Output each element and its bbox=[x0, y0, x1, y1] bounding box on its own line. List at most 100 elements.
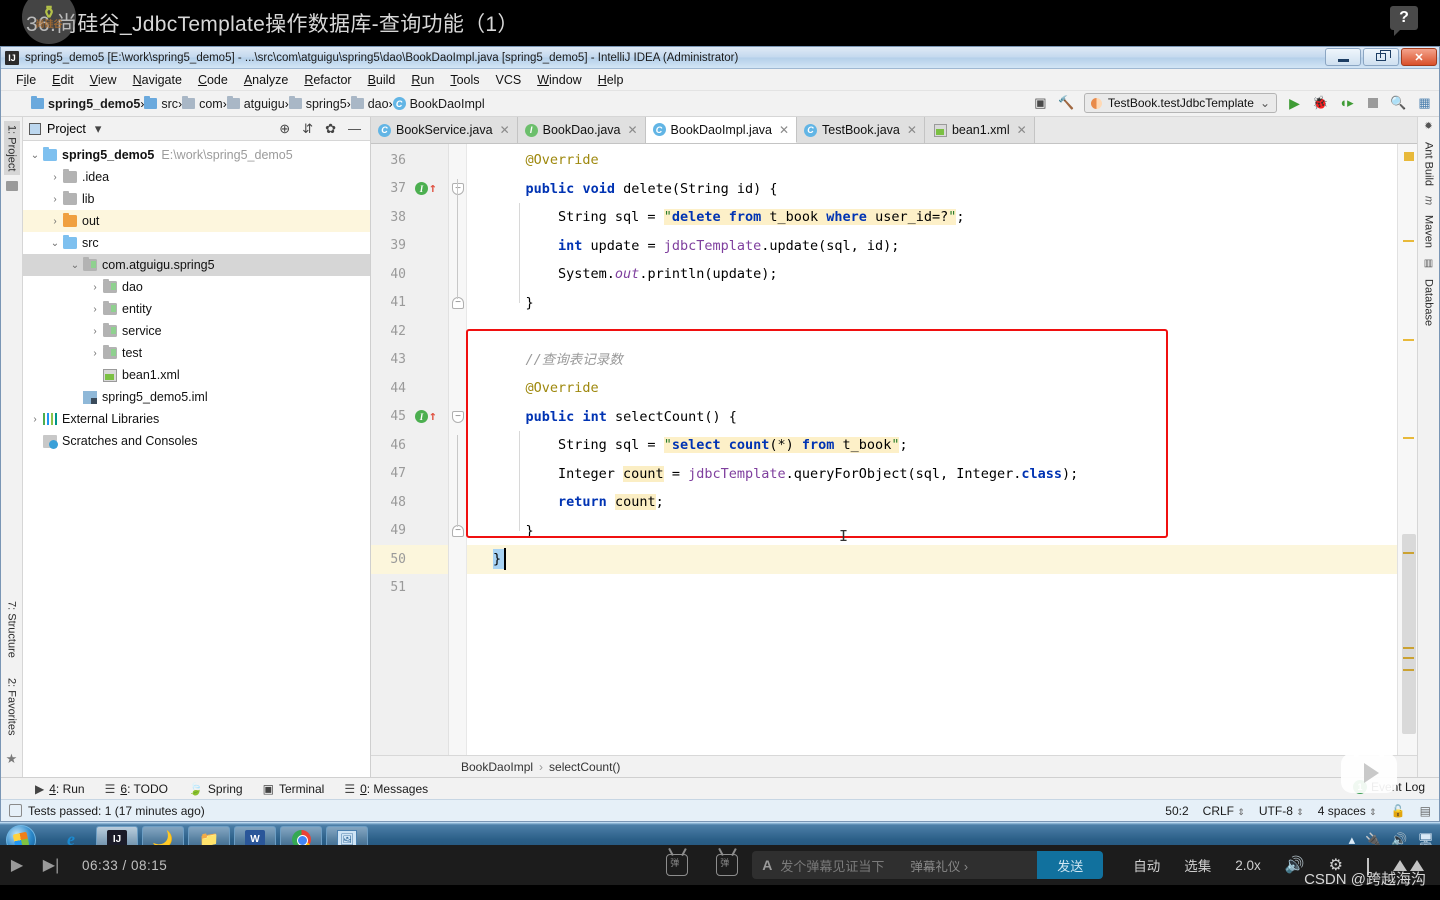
gutter-line-43[interactable]: 43 bbox=[371, 346, 448, 375]
volume-icon[interactable]: 🔊 bbox=[1285, 855, 1305, 875]
gutter-line-48[interactable]: 48 bbox=[371, 488, 448, 517]
lock-icon[interactable]: 🔓 bbox=[1391, 804, 1406, 818]
menu-item-analyze[interactable]: Analyze bbox=[236, 72, 296, 88]
caret-position[interactable]: 50:2 bbox=[1165, 804, 1188, 818]
danmaku-input[interactable]: A 发个弹幕见证当下 弹幕礼仪 › bbox=[752, 851, 1038, 879]
chevron-right-icon[interactable]: › bbox=[87, 282, 103, 293]
tree-item-out[interactable]: › out bbox=[23, 210, 370, 232]
run-button[interactable]: ▶ bbox=[1286, 95, 1303, 112]
tree-item-spring5-demo5[interactable]: ⌄ spring5_demo5 E:\work\spring5_demo5 bbox=[23, 144, 370, 166]
chevron-down-icon[interactable]: ▾ bbox=[92, 121, 105, 137]
gutter-line-47[interactable]: 47 bbox=[371, 460, 448, 489]
menu-item-file[interactable]: File bbox=[8, 72, 44, 88]
playback-speed-button[interactable]: 2.0x bbox=[1235, 858, 1261, 873]
fold-open-icon[interactable]: − bbox=[452, 182, 464, 195]
breadcrumb-bookdaoimpl[interactable]: C BookDaoImpl bbox=[392, 97, 485, 111]
breadcrumb-spring5-demo5[interactable]: spring5_demo5 bbox=[31, 96, 140, 111]
code-line-48[interactable]: return count; bbox=[467, 488, 1397, 517]
chevron-right-icon[interactable]: › bbox=[87, 304, 103, 315]
fold-open-icon[interactable]: − bbox=[452, 410, 464, 423]
gutter-line-45[interactable]: 45 I ↑ bbox=[371, 403, 448, 432]
code-line-40[interactable]: System.out.println(update); bbox=[467, 260, 1397, 289]
tree-item-scratches-and-consoles[interactable]: Scratches and Consoles bbox=[23, 430, 370, 452]
tree-item-spring5-demo5-iml[interactable]: spring5_demo5.iml bbox=[23, 386, 370, 408]
close-button[interactable]: ✕ bbox=[1401, 48, 1437, 66]
send-danmaku-button[interactable]: 发送 bbox=[1037, 851, 1104, 879]
editor-tab-bookservice-java[interactable]: C BookService.java ✕ bbox=[371, 117, 518, 143]
gutter-line-37[interactable]: 37 I ↑ bbox=[371, 175, 448, 204]
stop-button[interactable] bbox=[1364, 95, 1381, 112]
code-line-37[interactable]: public void delete(String id) { bbox=[467, 175, 1397, 204]
chevron-right-icon[interactable]: › bbox=[47, 172, 63, 183]
code-line-38[interactable]: String sql = "delete from t_book where u… bbox=[467, 203, 1397, 232]
gutter-line-36[interactable]: 36 bbox=[371, 146, 448, 175]
gutter-line-40[interactable]: 40 bbox=[371, 260, 448, 289]
menu-item-code[interactable]: Code bbox=[190, 72, 236, 88]
sidebar-tab-database[interactable]: Database bbox=[1421, 275, 1437, 330]
code-line-45[interactable]: public int selectCount() { bbox=[467, 403, 1397, 432]
gutter-line-38[interactable]: 38 bbox=[371, 203, 448, 232]
chevron-right-icon[interactable]: › bbox=[87, 326, 103, 337]
scrollbar-thumb[interactable] bbox=[1402, 534, 1416, 734]
gutter-line-49[interactable]: 49 bbox=[371, 517, 448, 546]
code-line-41[interactable]: } bbox=[467, 289, 1397, 318]
tree-item-service[interactable]: › service bbox=[23, 320, 370, 342]
indent-setting[interactable]: 4 spaces ⇕ bbox=[1318, 804, 1377, 818]
project-structure-icon[interactable]: ▣ bbox=[1032, 95, 1049, 112]
chevron-right-icon[interactable]: › bbox=[87, 348, 103, 359]
line-separator[interactable]: CRLF ⇕ bbox=[1203, 804, 1245, 818]
gutter-line-50[interactable]: 50 bbox=[371, 545, 448, 574]
sidebar-tab-project[interactable]: 1: Project bbox=[3, 121, 20, 176]
code-line-43[interactable]: //查询表记录数 bbox=[467, 346, 1397, 375]
episode-list-button[interactable]: 选集 bbox=[1184, 855, 1211, 875]
build-hammer-icon[interactable]: 🔨 bbox=[1058, 95, 1075, 112]
fold-close-icon[interactable]: − bbox=[452, 296, 464, 309]
code-line-50[interactable]: } bbox=[467, 545, 1397, 574]
breadcrumb-class[interactable]: BookDaoImpl bbox=[461, 760, 533, 774]
danmaku-off-icon[interactable]: 弹 bbox=[666, 854, 689, 876]
close-icon[interactable]: ✕ bbox=[1017, 123, 1027, 137]
auto-quality-button[interactable]: 自动 bbox=[1133, 855, 1160, 875]
code-text[interactable]: @Override public void delete(String id) … bbox=[467, 144, 1397, 755]
debug-icon[interactable]: 🐞 bbox=[1312, 95, 1329, 112]
editor-tab-bookdaoimpl-java[interactable]: C BookDaoImpl.java ✕ bbox=[645, 117, 798, 143]
menu-item-tools[interactable]: Tools bbox=[442, 72, 487, 88]
chevron-down-icon[interactable]: ⌄ bbox=[67, 260, 83, 271]
tree-item-dao[interactable]: › dao bbox=[23, 276, 370, 298]
search-icon[interactable]: 🔍 bbox=[1390, 95, 1407, 112]
play-button[interactable]: ▶ bbox=[0, 855, 34, 875]
tree-item-com-atguigu-spring5[interactable]: ⌄ com.atguigu.spring5 bbox=[23, 254, 370, 276]
breadcrumb-src[interactable]: src bbox=[144, 96, 178, 111]
chevron-down-icon[interactable]: ⌄ bbox=[27, 150, 43, 161]
collapse-all-icon[interactable]: ⇵ bbox=[299, 121, 316, 137]
sidebar-tab-ant-build[interactable]: Ant Build bbox=[1421, 138, 1437, 190]
file-encoding[interactable]: UTF-8 ⇕ bbox=[1259, 804, 1304, 818]
menu-item-refactor[interactable]: Refactor bbox=[296, 72, 359, 88]
font-style-icon[interactable]: A bbox=[762, 857, 772, 873]
breadcrumb-dao[interactable]: dao bbox=[350, 96, 389, 111]
code-line-44[interactable]: @Override bbox=[467, 374, 1397, 403]
error-stripe-gutter[interactable] bbox=[1397, 144, 1417, 755]
code-line-51[interactable] bbox=[467, 574, 1397, 603]
sidebar-tab-maven[interactable]: Maven bbox=[1421, 211, 1437, 252]
code-line-49[interactable]: } bbox=[467, 517, 1397, 546]
menu-item-help[interactable]: Help bbox=[590, 72, 632, 88]
menu-item-vcs[interactable]: VCS bbox=[488, 72, 530, 88]
breadcrumb-atguigu[interactable]: atguigu bbox=[226, 96, 285, 111]
project-settings-icon[interactable]: ▦ bbox=[1416, 95, 1433, 112]
gutter-line-42[interactable]: 42 bbox=[371, 317, 448, 346]
implements-marker[interactable]: I ↑ bbox=[415, 182, 437, 196]
help-icon[interactable]: ? bbox=[1390, 6, 1418, 36]
event-log-indicator[interactable]: 1 Event Log bbox=[1352, 780, 1425, 794]
bottom-tab-run[interactable]: ▶ 4: Run bbox=[35, 782, 85, 796]
locate-file-icon[interactable]: ⊕ bbox=[276, 121, 293, 137]
minimize-button[interactable] bbox=[1325, 48, 1361, 66]
gutter-line-51[interactable]: 51 bbox=[371, 574, 448, 603]
danmaku-etiquette-link[interactable]: 弹幕礼仪 › bbox=[910, 856, 968, 875]
tree-item-src[interactable]: ⌄ src bbox=[23, 232, 370, 254]
run-configuration-selector[interactable]: TestBook.testJdbcTemplate ⌄ bbox=[1083, 93, 1277, 113]
tree-item-entity[interactable]: › entity bbox=[23, 298, 370, 320]
close-icon[interactable]: ✕ bbox=[907, 123, 917, 137]
bottom-tab-spring[interactable]: 🍃 Spring bbox=[188, 782, 243, 796]
tree-item-test[interactable]: › test bbox=[23, 342, 370, 364]
